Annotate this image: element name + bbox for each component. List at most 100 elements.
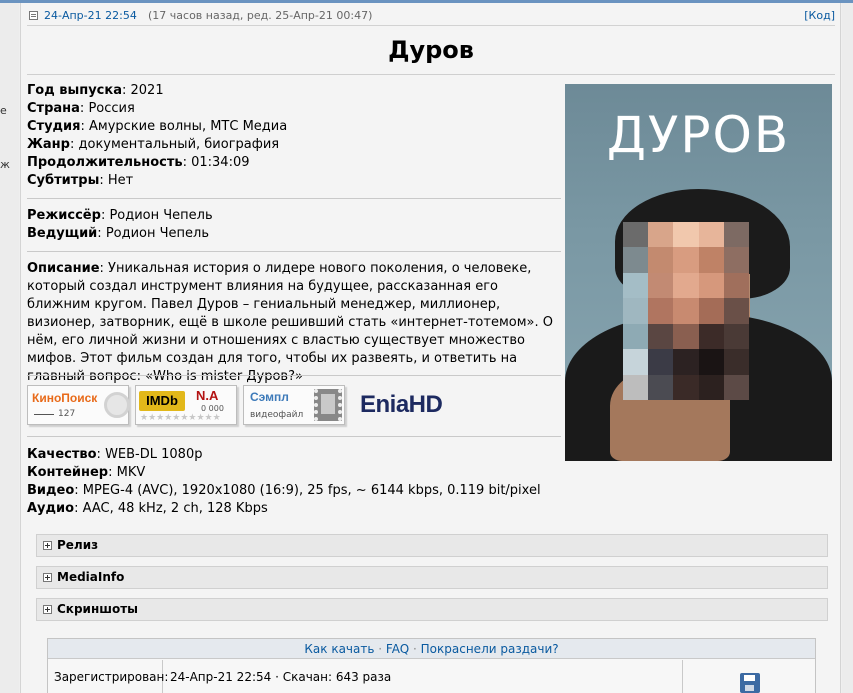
post-edited-info: (17 часов назад, ред. 25-Апр-21 00:47) xyxy=(148,9,373,22)
expand-icon xyxy=(43,573,52,582)
post-date-link[interactable]: 24-Апр-21 22:54 xyxy=(44,9,137,22)
pixel-block xyxy=(673,323,699,350)
value: Амурские волны, МТС Медиа xyxy=(89,119,288,134)
divider xyxy=(27,375,561,376)
gutter-text: ж xyxy=(0,158,10,171)
label: Жанр xyxy=(27,137,70,152)
pixel-block xyxy=(648,374,674,400)
registered-info: 24-Апр-21 22:54 · Скачан: 643 раза xyxy=(164,660,683,693)
label: Качество xyxy=(27,447,97,462)
pixel-block xyxy=(648,222,674,248)
label: Страна xyxy=(27,101,80,116)
kinopoisk-badge[interactable]: КиноПоиск 127 xyxy=(27,385,130,425)
label: Студия xyxy=(27,119,81,134)
badges-row: КиноПоиск 127 IMDb N.A 0 000 ★★★★★★★★★★ … xyxy=(27,385,467,427)
sample-label: Сэмпл xyxy=(250,390,289,404)
registered-label: Зарегистрирован: xyxy=(48,660,168,693)
post-body: 24-Апр-21 22:54 (17 часов назад, ред. 25… xyxy=(20,3,841,693)
divider xyxy=(27,74,835,75)
left-gutter: е ж xyxy=(0,3,19,693)
download-links-row: Как качать · FAQ · Покраснели раздачи? xyxy=(48,639,815,659)
kinopoisk-logo: КиноПоиск xyxy=(32,391,98,405)
pixel-block xyxy=(698,298,724,324)
pixel-block xyxy=(623,349,649,375)
pixel-block xyxy=(623,323,649,350)
spoiler-mediainfo[interactable]: MediaInfo xyxy=(36,566,828,589)
right-gutter xyxy=(842,3,853,693)
info-subtitles: Субтитры: Нет xyxy=(27,173,134,188)
label: Год выпуска xyxy=(27,83,122,98)
imdb-logo: IMDb xyxy=(139,391,185,411)
imdb-badge[interactable]: IMDb N.A 0 000 ★★★★★★★★★★ xyxy=(135,385,237,425)
pixel-block xyxy=(698,272,724,299)
spoiler-screenshots[interactable]: Скриншоты xyxy=(36,598,828,621)
divider xyxy=(27,251,561,252)
label: Описание xyxy=(27,261,100,276)
label: Субтитры xyxy=(27,173,100,188)
label: Режиссёр xyxy=(27,208,101,223)
divider xyxy=(27,198,561,199)
pixel-block xyxy=(673,374,699,400)
pixel-block xyxy=(623,222,649,248)
pixel-block xyxy=(698,349,724,375)
gutter-text: е xyxy=(0,104,7,117)
info-video: Видео: MPEG-4 (AVC), 1920x1080 (16:9), 2… xyxy=(27,483,541,498)
rating-stars: ★★★★★★★★★★ xyxy=(140,413,221,423)
value: WEB-DL 1080p xyxy=(105,447,203,462)
divider xyxy=(27,436,561,437)
dash xyxy=(34,414,54,415)
value: MKV xyxy=(116,465,146,480)
label: Аудио xyxy=(27,501,75,516)
value: Родион Чепель xyxy=(105,226,210,241)
info-audio: Аудио: AAC, 48 kHz, 2 ch, 128 Kbps xyxy=(27,501,268,516)
pixel-block xyxy=(648,349,674,375)
label: Продолжительность xyxy=(27,155,183,170)
faq-link[interactable]: FAQ xyxy=(386,642,409,656)
expand-icon xyxy=(43,541,52,550)
pixel-block xyxy=(673,247,699,273)
download-table: Как качать · FAQ · Покраснели раздачи? З… xyxy=(47,638,816,693)
film-reel-icon xyxy=(104,392,130,418)
pixel-block xyxy=(623,272,649,299)
post-icon[interactable] xyxy=(29,11,38,20)
spoiler-release[interactable]: Релиз xyxy=(36,534,828,557)
description-text: Уникальная история о лидере нового покол… xyxy=(27,261,553,384)
spoiler-label: MediaInfo xyxy=(57,570,125,584)
info-genre: Жанр: документальный, биография xyxy=(27,137,280,152)
imdb-rating: N.A xyxy=(196,388,219,403)
eniahd-logo[interactable]: EniaHD xyxy=(360,391,443,419)
pixel-block xyxy=(723,272,749,299)
pixel-block xyxy=(723,323,749,350)
pixel-block xyxy=(723,298,749,324)
spoiler-label: Скриншоты xyxy=(57,602,139,616)
sample-badge[interactable]: Сэмпл видеофайл xyxy=(243,385,345,425)
imdb-count: 0 000 xyxy=(201,404,224,413)
pixel-block xyxy=(623,247,649,273)
value: 2021 xyxy=(130,83,164,98)
pixel-block xyxy=(673,298,699,324)
value: Нет xyxy=(107,173,134,188)
label: Видео xyxy=(27,483,75,498)
how-to-download-link[interactable]: Как качать xyxy=(304,642,374,656)
pixel-block xyxy=(723,374,749,400)
movie-poster: ДУРОВ xyxy=(565,84,832,461)
pixel-block xyxy=(648,272,674,299)
download-icon[interactable] xyxy=(740,673,760,693)
separator: · xyxy=(413,642,417,656)
pixel-block xyxy=(723,222,749,248)
post-header: 24-Апр-21 22:54 (17 часов назад, ред. 25… xyxy=(27,9,835,25)
code-link[interactable]: [Код] xyxy=(804,9,835,22)
info-director: Режиссёр: Родион Чепель xyxy=(27,208,213,223)
red-torrents-link[interactable]: Покраснели раздачи? xyxy=(421,642,559,656)
description: Описание: Уникальная история о лидере но… xyxy=(27,261,553,384)
kinopoisk-count: 127 xyxy=(58,409,76,419)
pixel-block xyxy=(698,323,724,350)
pixel-block xyxy=(673,222,699,248)
label: Контейнер xyxy=(27,465,109,480)
pixel-block xyxy=(623,298,649,324)
pixelated-face xyxy=(623,222,749,400)
pixel-block xyxy=(698,247,724,273)
spoiler-label: Релиз xyxy=(57,538,99,552)
pixel-block xyxy=(648,298,674,324)
value: 01:34:09 xyxy=(191,155,250,170)
